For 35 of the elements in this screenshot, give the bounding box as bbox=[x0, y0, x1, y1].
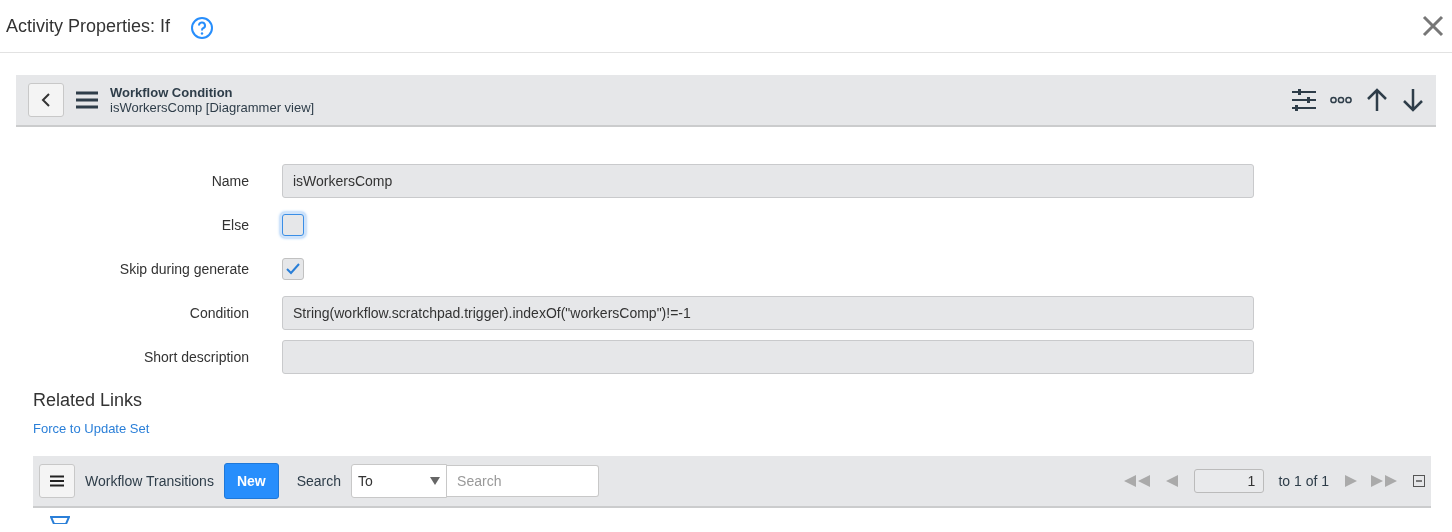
search-field-dropdown[interactable]: To bbox=[351, 464, 448, 498]
search-label: Search bbox=[296, 473, 342, 489]
field-label: Condition bbox=[188, 305, 250, 321]
text-field[interactable]: String(workflow.scratchpad.trigger).indexOf("workersComp")!=-1 bbox=[282, 296, 1254, 330]
back-button[interactable] bbox=[28, 83, 64, 117]
field-label: Else bbox=[220, 217, 250, 233]
section-heading: Related Links bbox=[33, 390, 144, 411]
dialog-title: Activity Properties: If bbox=[6, 15, 171, 37]
filter-icon[interactable] bbox=[50, 516, 70, 524]
collapse-icon[interactable] bbox=[1413, 475, 1425, 487]
record-subtitle: isWorkersComp [Diagrammer view] bbox=[110, 100, 315, 115]
page-range: to 1 of 1 bbox=[1278, 473, 1329, 489]
text-field[interactable]: isWorkersComp bbox=[282, 164, 1254, 198]
chevron-left-icon bbox=[41, 93, 51, 107]
close-icon[interactable] bbox=[1422, 15, 1444, 37]
up-arrow-icon[interactable] bbox=[1366, 88, 1388, 112]
menu-icon[interactable] bbox=[76, 91, 98, 109]
list-title: Workflow Transitions bbox=[85, 473, 214, 489]
checkbox[interactable] bbox=[282, 258, 304, 280]
page-number-field[interactable]: 1 bbox=[1194, 469, 1265, 493]
list-menu-button[interactable] bbox=[39, 464, 75, 498]
menu-icon bbox=[50, 475, 64, 487]
text-field[interactable] bbox=[282, 340, 1254, 374]
settings-sliders-icon[interactable] bbox=[1292, 89, 1316, 111]
help-icon[interactable] bbox=[190, 16, 215, 40]
field-label: Short description bbox=[142, 349, 250, 365]
record-type-title: Workflow Condition bbox=[110, 85, 234, 100]
more-options-icon[interactable] bbox=[1330, 96, 1352, 104]
field-label: Skip during generate bbox=[118, 261, 250, 277]
related-link[interactable]: Force to Update Set bbox=[33, 421, 1419, 436]
checkmark-icon bbox=[286, 263, 300, 275]
dropdown-caret-icon bbox=[430, 477, 441, 485]
search-input[interactable]: Search bbox=[447, 465, 600, 497]
field-label: Name bbox=[210, 173, 250, 189]
down-arrow-icon[interactable] bbox=[1402, 88, 1424, 112]
